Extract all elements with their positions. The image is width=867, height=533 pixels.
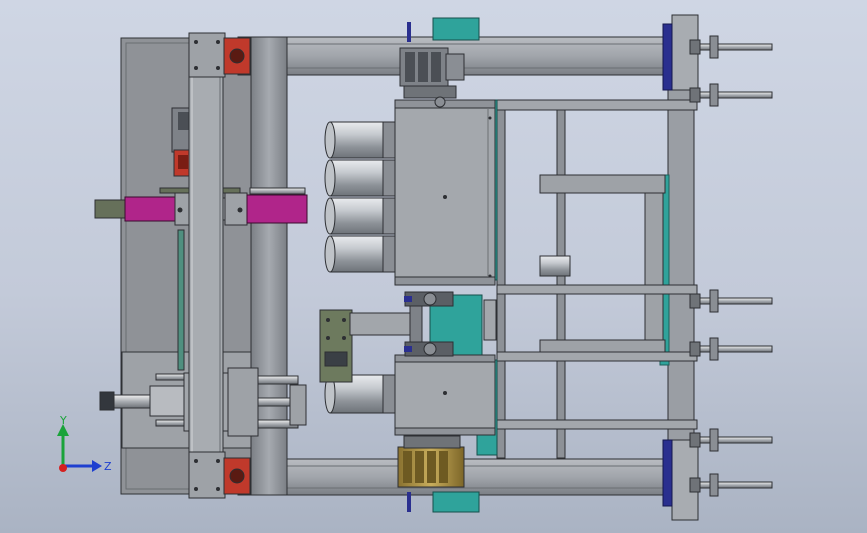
left-slide-top-block[interactable] [188,32,226,78]
adjust-screw-3[interactable] [689,289,773,313]
upper-housing[interactable] [394,99,496,286]
left-slide-bottom-block[interactable] [188,451,226,499]
roller-4[interactable] [324,235,396,273]
red-bearing-top[interactable] [223,37,251,75]
z-axis-label: Z [104,460,112,473]
bottom-gear-motor[interactable] [397,435,465,488]
adjust-screw-6[interactable] [689,473,773,497]
green-guide-rail[interactable] [177,229,185,371]
navy-pin-bottom [407,492,411,512]
left-slide-bar[interactable] [188,37,224,495]
roller-1[interactable] [324,121,396,159]
teal-column-top[interactable] [432,17,480,41]
cad-viewport[interactable]: Y Z [0,0,867,533]
x-axis-dot [59,464,67,472]
teal-column-bottom[interactable] [432,491,480,513]
coordinate-triad: Y Z [57,414,112,473]
roller-2[interactable] [324,159,396,197]
roller-3[interactable] [324,197,396,235]
adjust-screw-4[interactable] [689,337,773,361]
lower-housing[interactable] [394,354,496,436]
right-frame[interactable] [496,77,698,459]
lower-coupling[interactable] [404,341,454,357]
adjust-screw-1[interactable] [689,35,773,59]
y-axis-label: Y [59,414,67,427]
adjust-screw-2[interactable] [689,83,773,107]
upper-coupling[interactable] [404,291,454,307]
adjust-screw-5[interactable] [689,428,773,452]
navy-pin-top [407,22,411,42]
red-bearing-bottom[interactable] [223,457,251,495]
z-axis-arrowhead [92,460,102,472]
top-gear-motor[interactable] [399,47,465,108]
